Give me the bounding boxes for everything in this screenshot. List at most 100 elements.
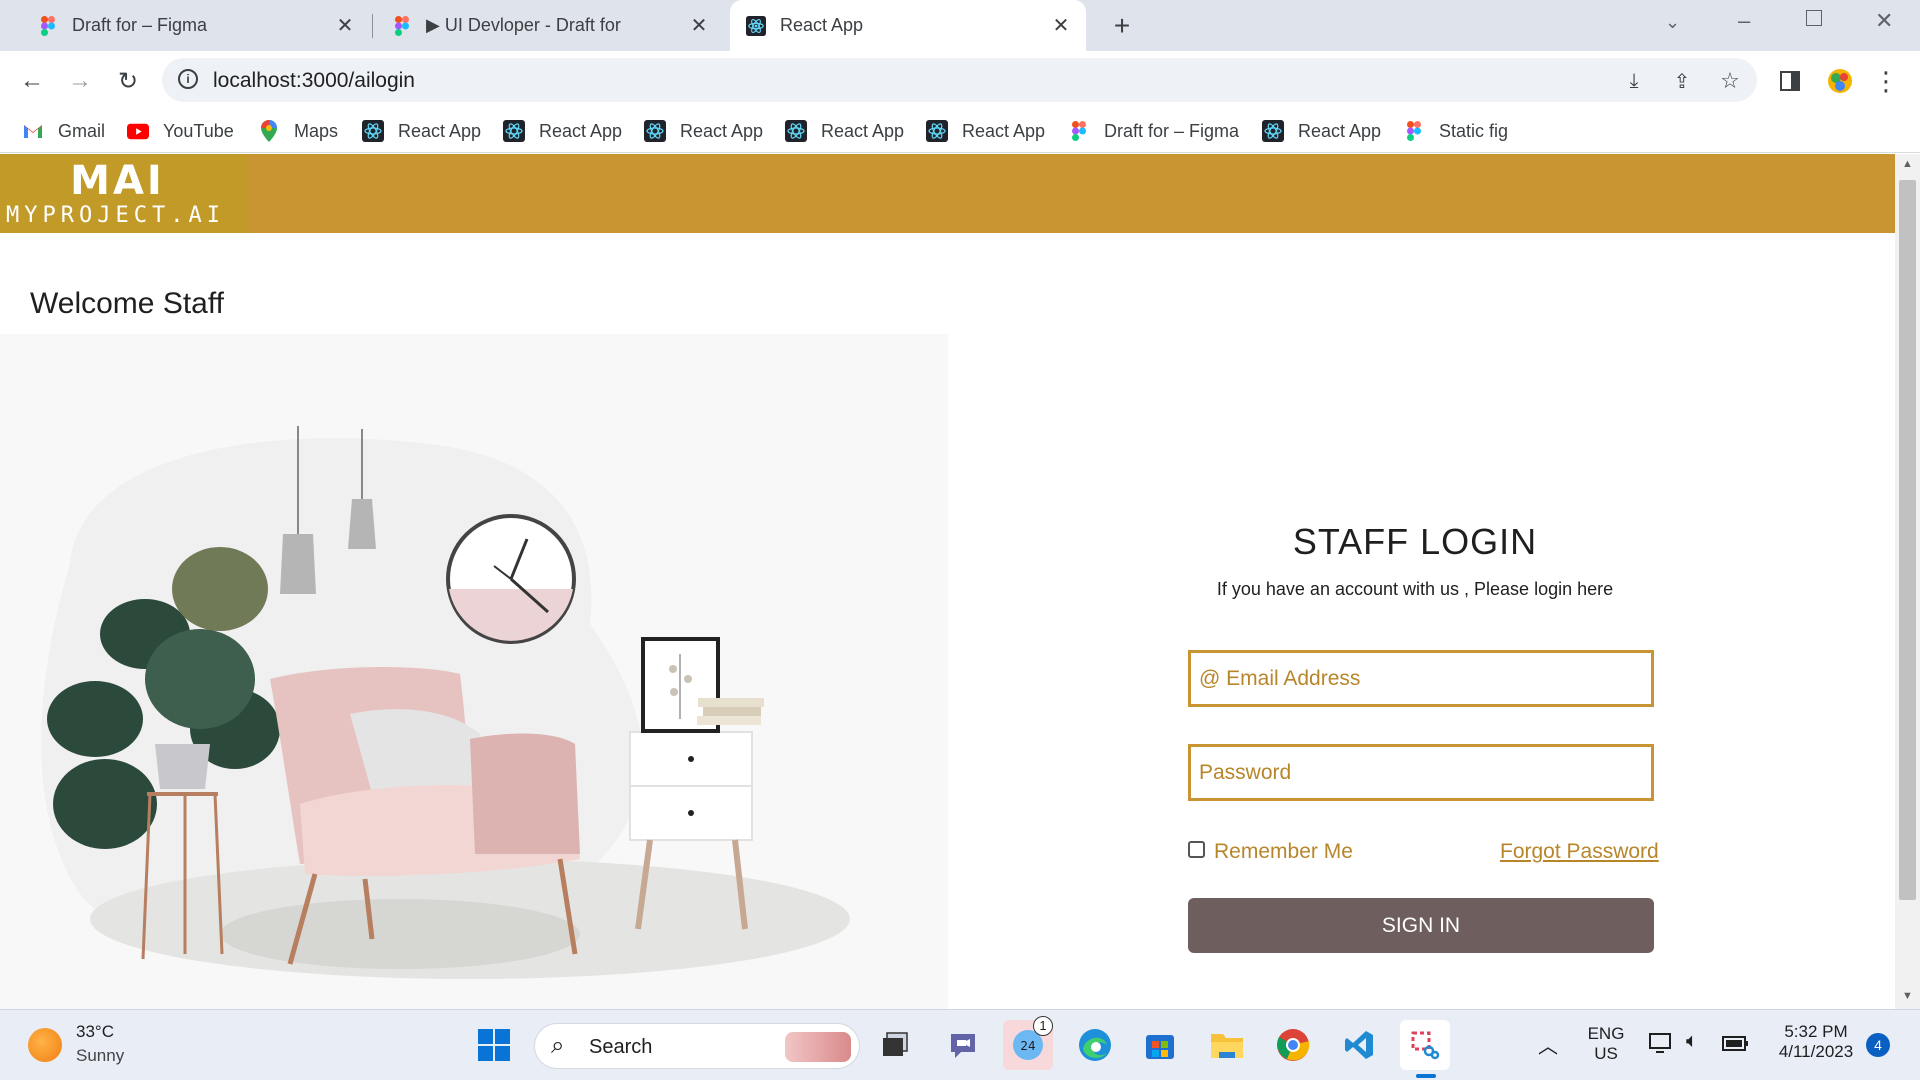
notification-badge: 1: [1033, 1016, 1053, 1036]
close-icon[interactable]: ✕: [684, 13, 714, 38]
bookmark-figma-draft[interactable]: Draft for – Figma: [1068, 117, 1239, 145]
chevron-up-icon[interactable]: ︿: [1538, 1030, 1558, 1059]
bookmark-label: React App: [821, 120, 905, 141]
youtube-icon: [127, 120, 149, 142]
menu-kebab-icon[interactable]: ⋮: [1868, 63, 1904, 99]
tab-react-app[interactable]: React App ✕: [730, 0, 1086, 51]
bookmark-label: React App: [398, 120, 482, 141]
react-icon: [362, 120, 384, 142]
brand-logo[interactable]: MAI MYPROJECT.AI: [0, 154, 248, 233]
bookmark-label: Maps: [294, 120, 339, 141]
microsoft-store-icon[interactable]: [1135, 1020, 1185, 1070]
bookmark-react-app[interactable]: React App: [644, 117, 763, 145]
weather-temperature[interactable]: 33°C: [76, 1022, 114, 1042]
tab-search-chevron-down-icon[interactable]: ⌄: [1665, 12, 1680, 33]
react-icon: [644, 120, 666, 142]
bookmark-react-app[interactable]: React App: [926, 117, 1045, 145]
login-title: STAFF LOGIN: [1292, 521, 1538, 562]
scrollbar-thumb[interactable]: [1899, 180, 1916, 900]
bookmark-label: React App: [539, 120, 623, 141]
notification-count-badge[interactable]: 4: [1866, 1033, 1890, 1057]
remember-me-checkbox[interactable]: [1188, 841, 1205, 858]
language-line2: US: [1594, 1044, 1618, 1063]
bookmarks-bar: Gmail YouTube Maps React App React App R…: [0, 109, 1920, 153]
news-calendar-icon[interactable]: 24 1: [1003, 1016, 1053, 1070]
restore-button[interactable]: [1806, 10, 1822, 26]
site-info-icon[interactable]: i: [178, 69, 198, 89]
clock[interactable]: 5:32 PM 4/11/2023: [1768, 1022, 1864, 1062]
back-arrow-icon[interactable]: ←: [14, 63, 50, 99]
close-icon[interactable]: ✕: [330, 13, 360, 38]
minimize-button[interactable]: –: [1738, 8, 1750, 34]
bookmark-youtube[interactable]: YouTube: [127, 117, 234, 145]
tab-ui-developer[interactable]: ▶ UI Devloper - Draft for ✕: [362, 0, 724, 51]
battery-icon[interactable]: [1722, 1034, 1750, 1057]
browser-tab-strip: Draft for – Figma ✕ ▶ UI Devloper - Draf…: [0, 0, 1920, 51]
scroll-up-arrow-icon[interactable]: ▲: [1895, 158, 1920, 170]
active-app-indicator: [1416, 1074, 1436, 1078]
reload-icon[interactable]: ↻: [110, 63, 146, 99]
bookmark-static-fig[interactable]: Static fig: [1403, 117, 1508, 145]
bookmark-label: React App: [962, 120, 1046, 141]
forward-arrow-icon[interactable]: →: [62, 63, 98, 99]
forgot-password-link[interactable]: Forgot Password: [1500, 840, 1659, 864]
bookmark-star-icon[interactable]: ☆: [1712, 63, 1748, 99]
bookmark-react-app[interactable]: React App: [362, 117, 481, 145]
close-icon[interactable]: ✕: [1046, 13, 1076, 38]
windows-start-icon[interactable]: [469, 1020, 519, 1070]
svg-text:24: 24: [1020, 1039, 1035, 1053]
react-icon: [746, 15, 766, 36]
password-field-wrapper: [1188, 744, 1654, 801]
volume-icon[interactable]: 🔈︎: [1686, 1030, 1698, 1053]
chrome-icon[interactable]: [1268, 1020, 1318, 1070]
react-icon: [926, 120, 948, 142]
figma-icon: [392, 15, 412, 36]
teams-chat-icon[interactable]: [938, 1020, 988, 1070]
page-scrollbar[interactable]: ▲ ▼: [1895, 154, 1920, 1009]
figma-icon: [38, 15, 58, 36]
share-icon[interactable]: ⇪: [1664, 63, 1700, 99]
file-explorer-icon[interactable]: [1202, 1020, 1252, 1070]
remember-me-label[interactable]: Remember Me: [1214, 840, 1353, 864]
bookmark-react-app[interactable]: React App: [503, 117, 622, 145]
react-icon: [785, 120, 807, 142]
bookmark-maps[interactable]: Maps: [258, 117, 338, 145]
profile-avatar[interactable]: [1822, 63, 1858, 99]
address-bar[interactable]: i localhost:3000/ailogin: [162, 58, 1757, 102]
new-tab-button[interactable]: +: [1106, 10, 1138, 42]
welcome-heading: Welcome Staff: [30, 287, 224, 320]
clock-date: 4/11/2023: [1778, 1042, 1854, 1061]
bookmark-label: React App: [680, 120, 764, 141]
bookmark-gmail[interactable]: Gmail: [22, 117, 105, 145]
gmail-icon: [22, 120, 44, 142]
scroll-down-arrow-icon[interactable]: ▼: [1895, 990, 1920, 1002]
edge-browser-icon[interactable]: [1070, 1020, 1120, 1070]
network-icon[interactable]: [1648, 1032, 1674, 1061]
bookmark-react-app[interactable]: React App: [1262, 117, 1381, 145]
email-field[interactable]: [1191, 653, 1651, 704]
task-view-icon[interactable]: [870, 1020, 920, 1070]
tab-figma-draft[interactable]: Draft for – Figma ✕: [8, 0, 370, 51]
weather-condition[interactable]: Sunny: [76, 1046, 124, 1066]
vscode-icon[interactable]: [1334, 1020, 1384, 1070]
maps-icon: [258, 120, 280, 142]
sunny-weather-icon[interactable]: [28, 1028, 62, 1062]
password-field[interactable]: [1191, 747, 1651, 798]
install-app-icon[interactable]: ⤓: [1616, 63, 1652, 99]
bookmark-label: Draft for – Figma: [1104, 120, 1240, 141]
login-subtitle: If you have an account with us , Please …: [1216, 579, 1614, 599]
windows-taskbar: 33°C Sunny ⌕ Search 24 1 ︿ ENG US 🔈︎ 5:3…: [0, 1009, 1920, 1080]
taskbar-search-box[interactable]: ⌕ Search: [534, 1023, 860, 1069]
snipping-tool-icon[interactable]: [1400, 1020, 1450, 1070]
living-room-illustration: [0, 334, 948, 1009]
browser-toolbar: ← → ↻ i localhost:3000/ailogin ⤓ ⇪ ☆ ⋮: [0, 51, 1920, 109]
search-highlight-image: [785, 1032, 851, 1062]
language-indicator[interactable]: ENG US: [1584, 1024, 1628, 1064]
bookmark-react-app[interactable]: React App: [785, 117, 904, 145]
url-text[interactable]: localhost:3000/ailogin: [213, 69, 415, 93]
app-header: MAI MYPROJECT.AI: [0, 154, 1895, 233]
window-close-button[interactable]: ✕: [1875, 8, 1893, 34]
clock-time: 5:32 PM: [1784, 1022, 1848, 1041]
sign-in-button[interactable]: SIGN IN: [1188, 898, 1654, 953]
side-panel-icon[interactable]: [1772, 63, 1808, 99]
